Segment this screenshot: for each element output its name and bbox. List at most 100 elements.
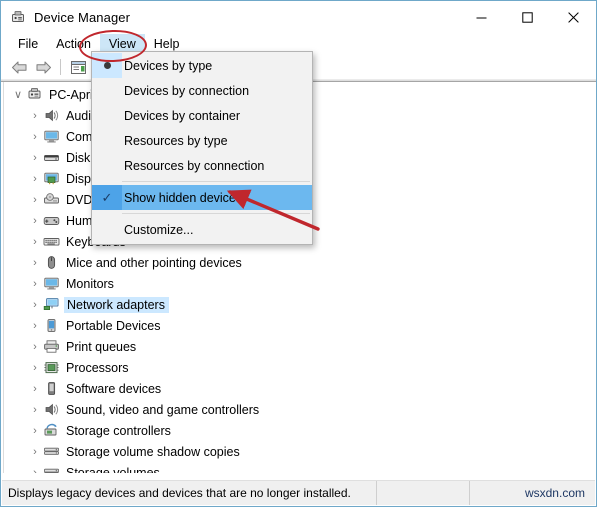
network-icon xyxy=(43,297,61,313)
watermark: wsxdn.com xyxy=(524,486,585,500)
tree-item-label: Software devices xyxy=(66,381,162,396)
tree-item-label: Network adapters xyxy=(64,296,169,313)
chevron-right-icon[interactable]: › xyxy=(27,420,43,441)
chevron-right-icon[interactable]: › xyxy=(27,336,43,357)
chevron-right-icon[interactable]: › xyxy=(27,168,43,189)
menu-item[interactable]: ✓ Show hidden devices xyxy=(92,185,312,210)
tree-item[interactable]: › Print queues xyxy=(4,336,594,357)
menu-item[interactable]: Customize... xyxy=(92,217,312,242)
status-bar: Displays legacy devices and devices that… xyxy=(2,480,595,505)
menu-item-label: Devices by type xyxy=(124,58,213,73)
software-device-icon xyxy=(43,381,61,397)
menu-item-label: Show hidden devices xyxy=(124,190,243,205)
window-title: Device Manager xyxy=(34,9,131,25)
display-adapter-icon xyxy=(43,171,61,187)
hid-icon xyxy=(43,213,61,229)
processor-icon xyxy=(43,360,61,376)
storage-icon xyxy=(43,465,61,473)
chevron-right-icon[interactable]: › xyxy=(27,462,43,474)
menu-item-label: Resources by type xyxy=(124,133,228,148)
menu-item-label: Devices by container xyxy=(124,108,241,123)
chevron-right-icon[interactable]: › xyxy=(27,273,43,294)
status-message: Displays legacy devices and devices that… xyxy=(2,481,377,505)
tree-item[interactable]: › Storage volume shadow copies xyxy=(4,441,594,462)
toolbar-separator-1 xyxy=(60,59,61,75)
tree-item-label: Monitors xyxy=(66,276,114,291)
chevron-right-icon[interactable]: › xyxy=(27,189,43,210)
menu-item[interactable]: Devices by connection xyxy=(92,78,312,103)
storage-icon xyxy=(43,444,61,460)
computer-icon xyxy=(26,87,44,103)
dvd-icon xyxy=(43,192,61,208)
menu-gutter xyxy=(92,217,122,242)
title-bar: Device Manager xyxy=(1,1,596,33)
menu-item[interactable]: Devices by type xyxy=(92,53,312,78)
window-controls xyxy=(458,1,596,33)
chevron-right-icon[interactable]: › xyxy=(27,357,43,378)
disk-icon xyxy=(43,150,61,166)
tree-item[interactable]: › Sound, video and game controllers xyxy=(4,399,594,420)
menu-item[interactable]: Resources by type xyxy=(92,128,312,153)
chevron-right-icon[interactable]: › xyxy=(27,126,43,147)
menu-separator xyxy=(122,213,310,214)
printer-icon xyxy=(43,339,61,355)
forward-icon[interactable] xyxy=(31,56,55,78)
menu-separator xyxy=(122,181,310,182)
chevron-right-icon[interactable]: › xyxy=(27,294,43,315)
chevron-right-icon[interactable]: › xyxy=(27,441,43,462)
chevron-right-icon[interactable]: › xyxy=(27,105,43,126)
menu-gutter xyxy=(92,103,122,128)
chevron-down-icon[interactable]: ∨ xyxy=(10,84,26,105)
keyboard-icon xyxy=(43,234,61,250)
tree-item-label: Storage volume shadow copies xyxy=(66,444,240,459)
tree-item-label: Sound, video and game controllers xyxy=(66,402,260,417)
tree-item[interactable]: › Portable Devices xyxy=(4,315,594,336)
portable-device-icon xyxy=(43,318,61,334)
back-icon[interactable] xyxy=(7,56,31,78)
menu-item-label: Customize... xyxy=(124,222,194,237)
chevron-right-icon[interactable]: › xyxy=(27,378,43,399)
tree-item[interactable]: › Processors xyxy=(4,357,594,378)
device-manager-icon xyxy=(10,9,26,25)
storage-controller-icon xyxy=(43,423,61,439)
tree-item[interactable]: › Storage volumes xyxy=(4,462,594,473)
tree-item[interactable]: › Monitors xyxy=(4,273,594,294)
menu-gutter xyxy=(92,128,122,153)
monitor-icon xyxy=(43,129,61,145)
menu-file[interactable]: File xyxy=(9,34,47,55)
chevron-right-icon[interactable]: › xyxy=(27,315,43,336)
chevron-right-icon[interactable]: › xyxy=(27,147,43,168)
menu-item-label: Resources by connection xyxy=(124,158,265,173)
maximize-button[interactable] xyxy=(504,1,550,33)
radio-selected-icon xyxy=(92,53,122,78)
speaker-icon xyxy=(43,402,61,418)
tree-item-label: Storage volumes xyxy=(66,465,160,474)
checkmark-icon: ✓ xyxy=(92,185,122,210)
chevron-right-icon[interactable]: › xyxy=(27,231,43,252)
menu-item-label: Devices by connection xyxy=(124,83,250,98)
tree-item[interactable]: › Storage controllers xyxy=(4,420,594,441)
tree-item[interactable]: › Network adapters xyxy=(4,294,594,315)
close-button[interactable] xyxy=(550,1,596,33)
status-middle-pane xyxy=(377,481,470,505)
tree-item-label: Storage controllers xyxy=(66,423,171,438)
tree-item-label: Mice and other pointing devices xyxy=(66,255,242,270)
speaker-icon xyxy=(43,108,61,124)
chevron-right-icon[interactable]: › xyxy=(27,252,43,273)
view-dropdown-menu: Devices by type Devices by connection Devi… xyxy=(91,51,313,245)
menu-item[interactable]: Resources by connection xyxy=(92,153,312,178)
chevron-right-icon[interactable]: › xyxy=(27,210,43,231)
monitor-icon xyxy=(43,276,61,292)
chevron-right-icon[interactable]: › xyxy=(27,399,43,420)
tree-item[interactable]: › Software devices xyxy=(4,378,594,399)
menu-gutter xyxy=(92,153,122,178)
minimize-button[interactable] xyxy=(458,1,504,33)
properties-icon[interactable] xyxy=(66,56,90,78)
tree-item-label: Portable Devices xyxy=(66,318,161,333)
tree-item[interactable]: › Mice and other pointing devices xyxy=(4,252,594,273)
menu-item[interactable]: Devices by container xyxy=(92,103,312,128)
device-manager-window: Device Manager File Action View Help ∨ P… xyxy=(0,0,597,507)
tree-item-label: Print queues xyxy=(66,339,137,354)
menu-gutter xyxy=(92,78,122,103)
tree-item-label: Processors xyxy=(66,360,129,375)
